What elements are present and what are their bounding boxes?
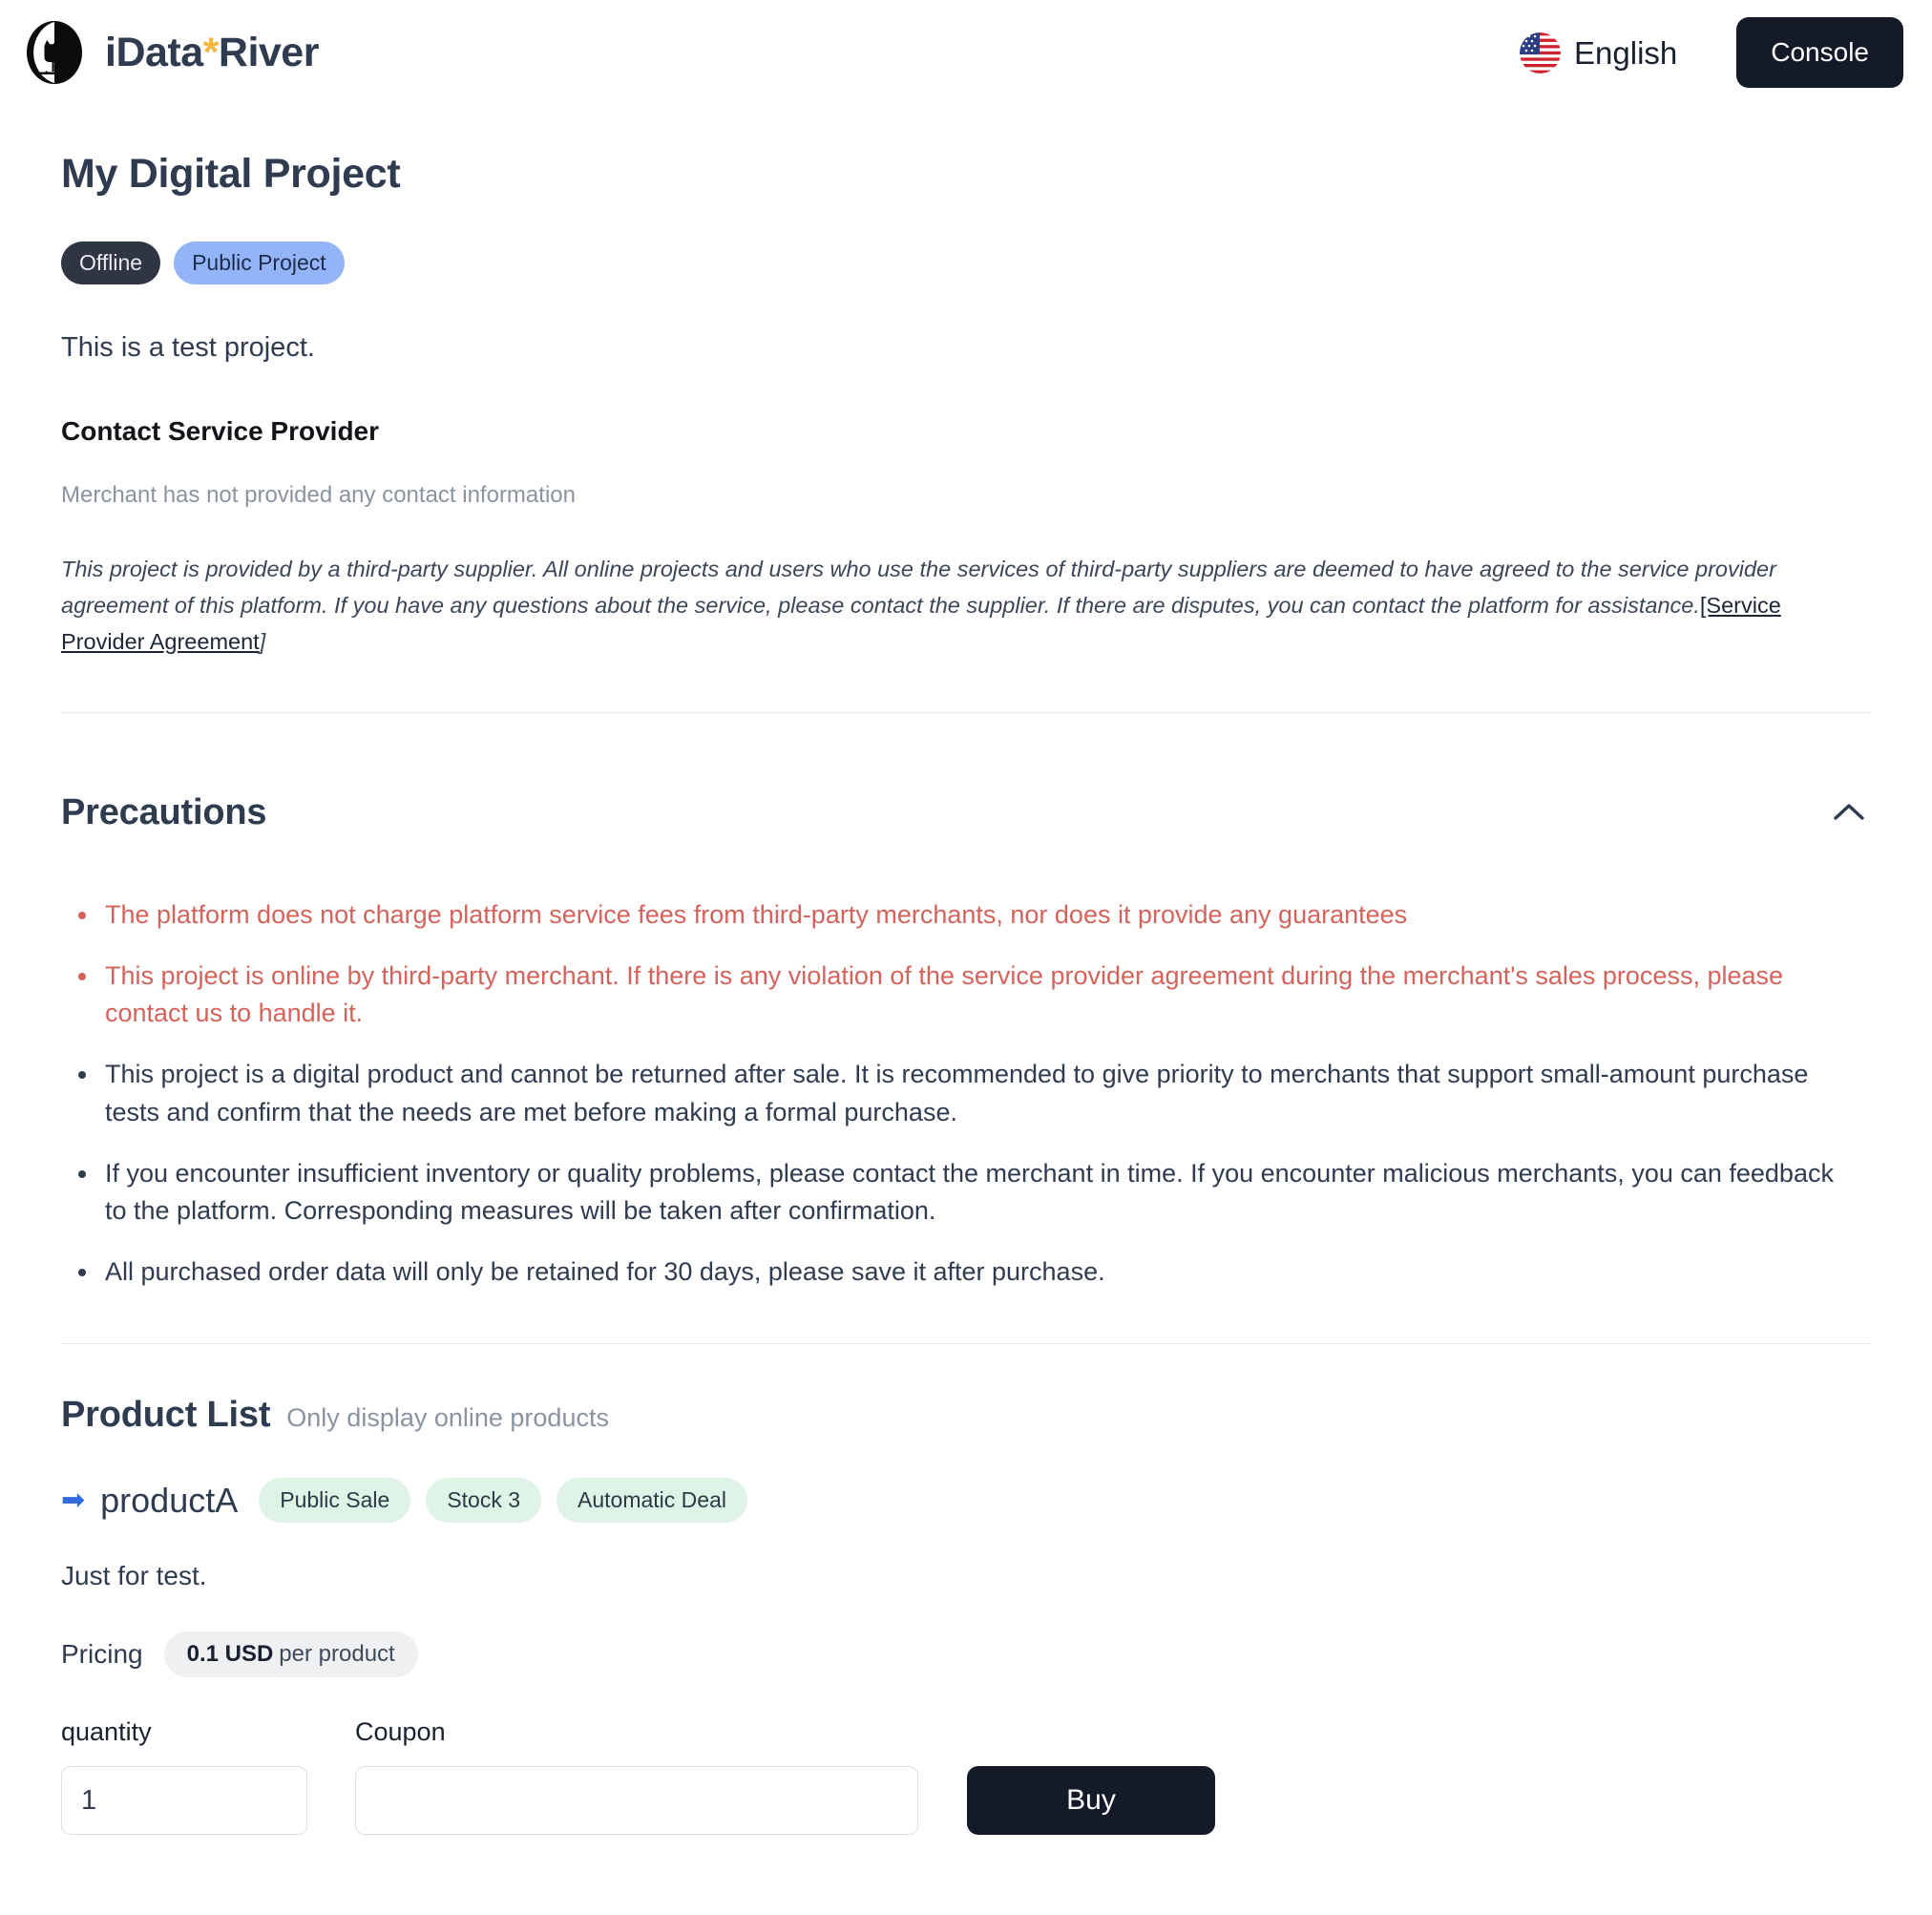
right-arrow-icon: ➡: [61, 1484, 86, 1516]
contact-info-note: Merchant has not provided any contact in…: [61, 481, 576, 508]
product-tag-stock: Stock 3: [426, 1478, 542, 1524]
site-header: iData*River English Console: [0, 0, 1932, 105]
precaution-item: This project is a digital product and ca…: [71, 1056, 1844, 1130]
product-tag-sale-type: Public Sale: [259, 1478, 411, 1524]
product-list-subtitle: Only display online products: [286, 1403, 609, 1433]
coupon-input[interactable]: [355, 1766, 918, 1836]
page-title: My Digital Project: [61, 151, 401, 197]
precaution-item: This project is online by third-party me…: [71, 958, 1844, 1032]
contact-service-provider-heading: Contact Service Provider: [61, 416, 380, 447]
product-name: productA: [100, 1480, 239, 1520]
cat-in-circle-logo-icon: [25, 19, 84, 86]
precautions-title: Precautions: [61, 792, 267, 833]
language-switcher[interactable]: English: [1520, 32, 1677, 74]
project-overview-section: My Digital Project Offline Public Projec…: [59, 151, 1873, 660]
brand-title: iData*River: [105, 32, 319, 74]
product-list-header: Product List Only display online product…: [61, 1395, 1871, 1436]
quantity-input[interactable]: [61, 1766, 307, 1836]
us-flag-icon: [1520, 32, 1562, 74]
product-list-title: Product List: [61, 1395, 271, 1436]
price-badge: 0.1 USD per product: [163, 1631, 418, 1678]
console-button[interactable]: Console: [1736, 17, 1903, 88]
product-description: Just for test.: [61, 1561, 207, 1591]
precaution-item: If you encounter insufficient inventory …: [71, 1155, 1844, 1230]
precautions-section: Precautions The platform does not charge…: [59, 763, 1873, 1291]
coupon-field-group: Coupon: [355, 1717, 918, 1836]
precautions-header: Precautions: [61, 763, 1871, 864]
price-amount: 0.1 USD: [186, 1641, 274, 1668]
brand-logo-link[interactable]: iData*River: [25, 19, 319, 86]
product-tag-deal-type: Automatic Deal: [556, 1478, 747, 1524]
pricing-label: Pricing: [61, 1639, 143, 1670]
brand-star: *: [202, 29, 220, 75]
precautions-list: The platform does not charge platform se…: [59, 896, 1844, 1291]
chevron-up-icon: [1833, 801, 1865, 825]
purchase-form: quantity Coupon Buy: [61, 1717, 1873, 1836]
quantity-label: quantity: [61, 1717, 152, 1747]
status-badge-visibility: Public Project: [174, 242, 345, 284]
quantity-field-group: quantity: [61, 1717, 307, 1836]
section-divider-top: [61, 711, 1871, 713]
disclaimer-body: This project is provided by a third-part…: [61, 556, 1776, 618]
status-badge-offline: Offline: [61, 242, 161, 284]
price-unit: per product: [279, 1641, 395, 1668]
product-item-header[interactable]: ➡ productA Public Sale Stock 3 Automatic…: [61, 1478, 1871, 1524]
precautions-collapse-button[interactable]: [1827, 795, 1871, 831]
precaution-item: All purchased order data will only be re…: [71, 1253, 1844, 1291]
section-divider-bottom: [61, 1343, 1871, 1345]
precaution-item: The platform does not charge platform se…: [71, 896, 1844, 934]
project-badges: Offline Public Project: [61, 242, 1873, 284]
disclaimer-bracket-close: ]: [259, 628, 266, 654]
page-content: My Digital Project Offline Public Projec…: [0, 151, 1932, 1836]
buy-button[interactable]: Buy: [967, 1766, 1215, 1836]
pricing-row: Pricing 0.1 USD per product: [61, 1631, 1873, 1678]
brand-suffix: River: [218, 29, 320, 75]
project-description: This is a test project.: [61, 332, 315, 363]
language-label: English: [1574, 34, 1678, 71]
third-party-disclaimer: This project is provided by a third-part…: [61, 551, 1808, 660]
brand-prefix: iData: [105, 29, 203, 75]
coupon-label: Coupon: [355, 1717, 446, 1747]
product-list-section: Product List Only display online product…: [59, 1395, 1873, 1836]
